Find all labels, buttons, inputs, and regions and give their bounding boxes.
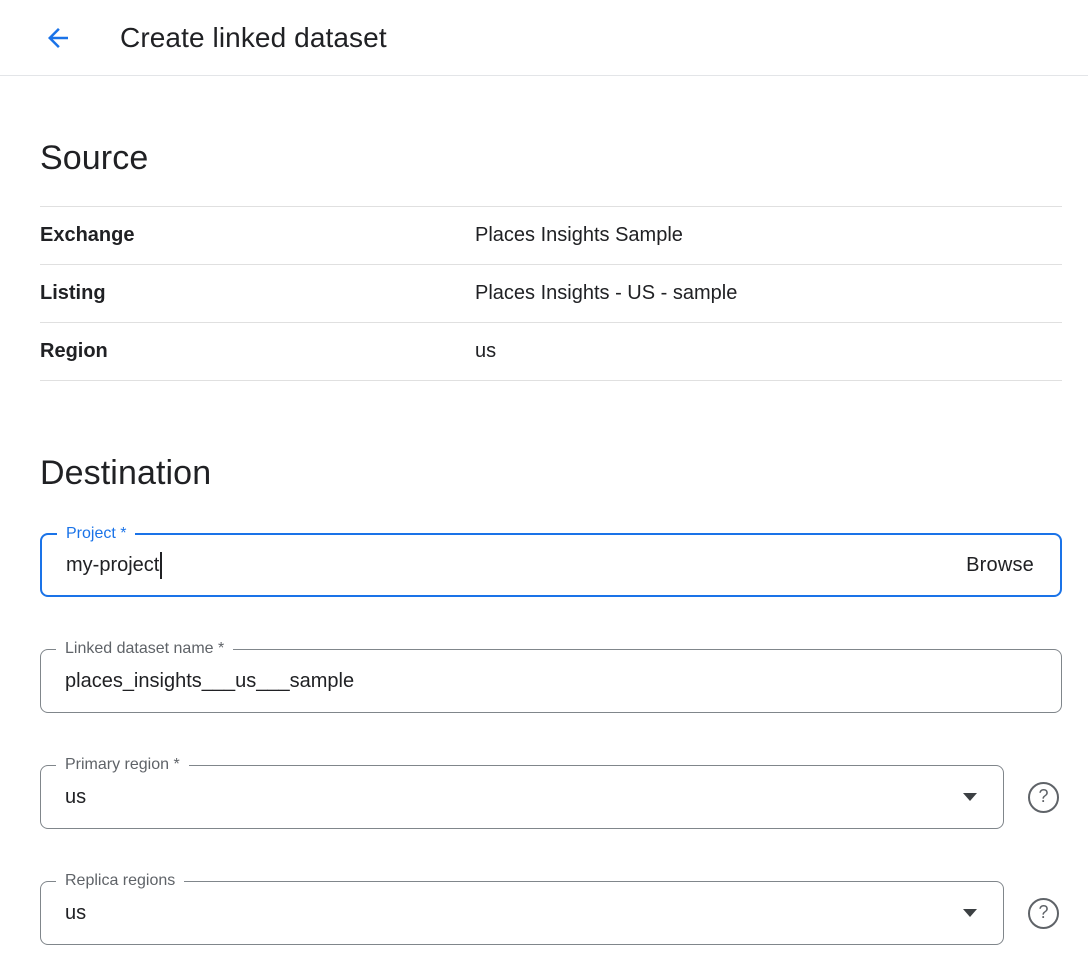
- primary-region-value: us: [65, 786, 86, 809]
- source-heading: Source: [40, 136, 1062, 180]
- source-table: Exchange Places Insights Sample Listing …: [40, 206, 1062, 381]
- source-row-value: Places Insights - US - sample: [475, 282, 737, 305]
- text-cursor: [160, 552, 162, 579]
- source-row-region: Region us: [40, 323, 1062, 381]
- help-circle-icon: ?: [1038, 903, 1048, 921]
- primary-region-row: Primary region * us ?: [40, 765, 1062, 829]
- replica-regions-value: us: [65, 902, 86, 925]
- source-row-exchange: Exchange Places Insights Sample: [40, 207, 1062, 265]
- linked-dataset-name-field[interactable]: Linked dataset name *: [40, 649, 1062, 713]
- linked-dataset-name-label: Linked dataset name *: [56, 638, 233, 660]
- source-row-listing: Listing Places Insights - US - sample: [40, 265, 1062, 323]
- primary-region-select[interactable]: Primary region * us: [40, 765, 1004, 829]
- back-button[interactable]: [36, 16, 80, 60]
- project-field-label: Project *: [57, 523, 135, 545]
- arrow-drop-down-icon: [963, 793, 977, 801]
- replica-regions-select[interactable]: Replica regions us: [40, 881, 1004, 945]
- source-row-label: Listing: [40, 282, 475, 305]
- linked-dataset-name-input[interactable]: [65, 670, 1037, 693]
- project-field[interactable]: Project * my-project Browse: [40, 533, 1062, 597]
- page-title: Create linked dataset: [120, 22, 387, 54]
- replica-regions-row: Replica regions us ?: [40, 881, 1062, 945]
- source-row-value: us: [475, 340, 496, 363]
- help-circle-icon: ?: [1038, 787, 1048, 805]
- source-row-label: Region: [40, 340, 475, 363]
- source-row-label: Exchange: [40, 224, 475, 247]
- arrow-back-icon: [43, 23, 73, 53]
- primary-region-help-button[interactable]: ?: [1028, 782, 1059, 813]
- replica-regions-help-button[interactable]: ?: [1028, 898, 1059, 929]
- destination-heading: Destination: [40, 451, 1062, 495]
- browse-button[interactable]: Browse: [964, 548, 1036, 583]
- project-input[interactable]: my-project: [66, 554, 159, 577]
- page-header: Create linked dataset: [0, 0, 1088, 76]
- arrow-drop-down-icon: [963, 909, 977, 917]
- primary-region-label: Primary region *: [56, 754, 189, 776]
- replica-regions-label: Replica regions: [56, 870, 184, 892]
- source-row-value: Places Insights Sample: [475, 224, 683, 247]
